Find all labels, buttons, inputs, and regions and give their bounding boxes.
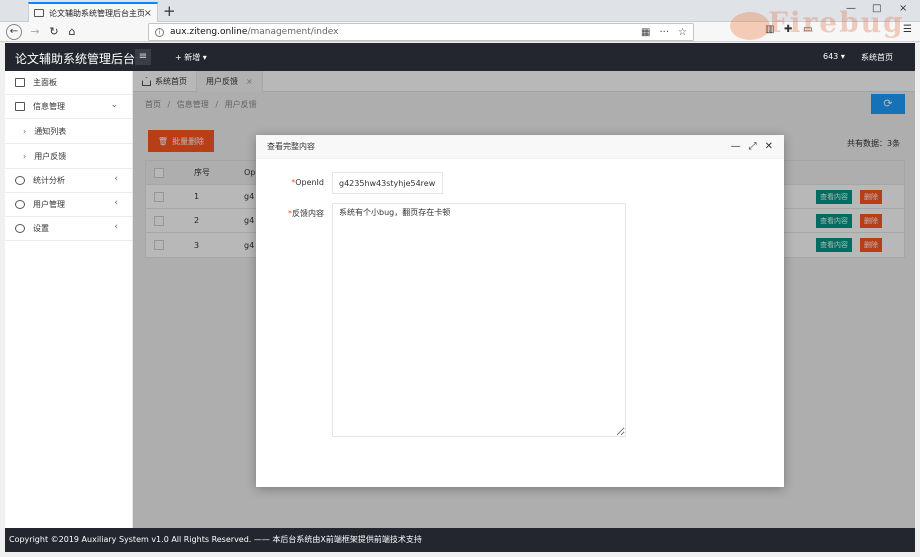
sidebar-item-dashboard[interactable]: 主面板 [5, 71, 132, 95]
sidebar-subitem-user-feedback[interactable]: › 用户反馈 [5, 144, 132, 169]
openid-label-text: OpenId [295, 178, 324, 187]
chevron-left-icon: ‹ [114, 222, 118, 232]
sidebar: 主面板 信息管理 ⌄ › 通知列表 › 用户反馈 统计分析 ‹ 用户管理 ‹ 设… [5, 71, 133, 528]
gear-icon [15, 224, 25, 233]
chevron-right-icon: › [23, 126, 27, 136]
user-icon [15, 200, 25, 209]
sidebar-item-label: 用户管理 [33, 200, 65, 209]
sidebar-item-label: 主面板 [33, 78, 57, 87]
menu-toggle-icon[interactable]: ≡ [135, 49, 151, 65]
back-icon[interactable]: ← [6, 24, 22, 40]
new-tab-button[interactable]: + [163, 1, 176, 21]
footer-text: Copyright ©2019 Auxiliary System v1.0 Al… [9, 535, 422, 544]
forward-icon[interactable]: → [27, 24, 43, 40]
reload-icon[interactable]: ↻ [46, 24, 62, 40]
sidebar-item-settings[interactable]: 设置 ‹ [5, 217, 132, 241]
sidebar-item-label: 通知列表 [34, 126, 67, 136]
qr-code-icon[interactable]: ▦ [641, 27, 650, 38]
chevron-left-icon: ‹ [114, 198, 118, 208]
sidebar-item-info-management[interactable]: 信息管理 ⌄ [5, 95, 132, 119]
close-tab-icon[interactable]: × [144, 8, 152, 19]
sidebar-item-label: 统计分析 [33, 176, 65, 185]
check-circle-icon [15, 176, 25, 185]
minimize-dialog-icon[interactable]: — [731, 141, 741, 152]
close-dialog-icon[interactable]: ✕ [765, 141, 773, 152]
sidebar-subitem-notice-list[interactable]: › 通知列表 [5, 119, 132, 144]
openid-field[interactable] [332, 172, 443, 194]
dashboard-icon [15, 78, 25, 87]
view-content-dialog: 查看完整内容 — ⤢ ✕ *OpenId *反馈内容 系统有个小bug，翻页存在… [256, 135, 784, 487]
bookmark-star-icon[interactable]: ☆ [678, 27, 687, 38]
feedback-content-field[interactable]: 系统有个小bug，翻页存在卡顿 [332, 203, 626, 437]
chevron-down-icon: ⌄ [110, 100, 118, 110]
sidebar-item-label: 信息管理 [33, 102, 65, 111]
system-home-link[interactable]: 系统首页 [861, 52, 893, 63]
feedback-content-label: *反馈内容 [264, 208, 324, 219]
sidebar-item-label: 用户反馈 [34, 151, 67, 161]
home-icon[interactable]: ⌂ [64, 24, 80, 40]
firebug-logo-text: Firebug [768, 6, 905, 39]
dialog-header: 查看完整内容 — ⤢ ✕ [256, 135, 784, 159]
document-icon [15, 102, 25, 111]
firebug-logo: Firebug [712, 6, 905, 42]
sidebar-item-user-management[interactable]: 用户管理 ‹ [5, 193, 132, 217]
openid-label: *OpenId [264, 178, 324, 187]
add-new-menu[interactable]: + 新增 ▾ [175, 52, 207, 63]
page-actions-icon[interactable]: ··· [659, 27, 669, 38]
feedback-content-label-text: 反馈内容 [292, 209, 324, 218]
chevron-left-icon: ‹ [114, 174, 118, 184]
app-header: 论文辅助系统管理后台 ≡ + 新增 ▾ 643 ▾ 系统首页 [5, 43, 915, 71]
sidebar-item-statistics[interactable]: 统计分析 ‹ [5, 169, 132, 193]
user-menu[interactable]: 643 ▾ [823, 52, 845, 61]
firebug-bug-icon [730, 12, 770, 40]
site-info-icon[interactable]: i [155, 27, 164, 37]
maximize-dialog-icon[interactable]: ⤢ [749, 141, 757, 152]
chevron-right-icon: › [23, 151, 27, 161]
sidebar-item-label: 设置 [33, 224, 49, 233]
page-favicon-icon [34, 9, 44, 17]
dialog-title: 查看完整内容 [267, 142, 315, 151]
url-host: aux.ziteng.online [170, 27, 248, 37]
browser-tab[interactable]: 论文辅助系统管理后台主页 × [28, 2, 158, 22]
footer: Copyright ©2019 Auxiliary System v1.0 Al… [5, 528, 915, 552]
app-title: 论文辅助系统管理后台 [15, 52, 136, 66]
address-bar[interactable]: i aux.ziteng.online /management/index ▦ … [148, 23, 694, 41]
browser-tab-title: 论文辅助系统管理后台主页 [49, 8, 144, 18]
url-path: /management/index [247, 27, 339, 37]
